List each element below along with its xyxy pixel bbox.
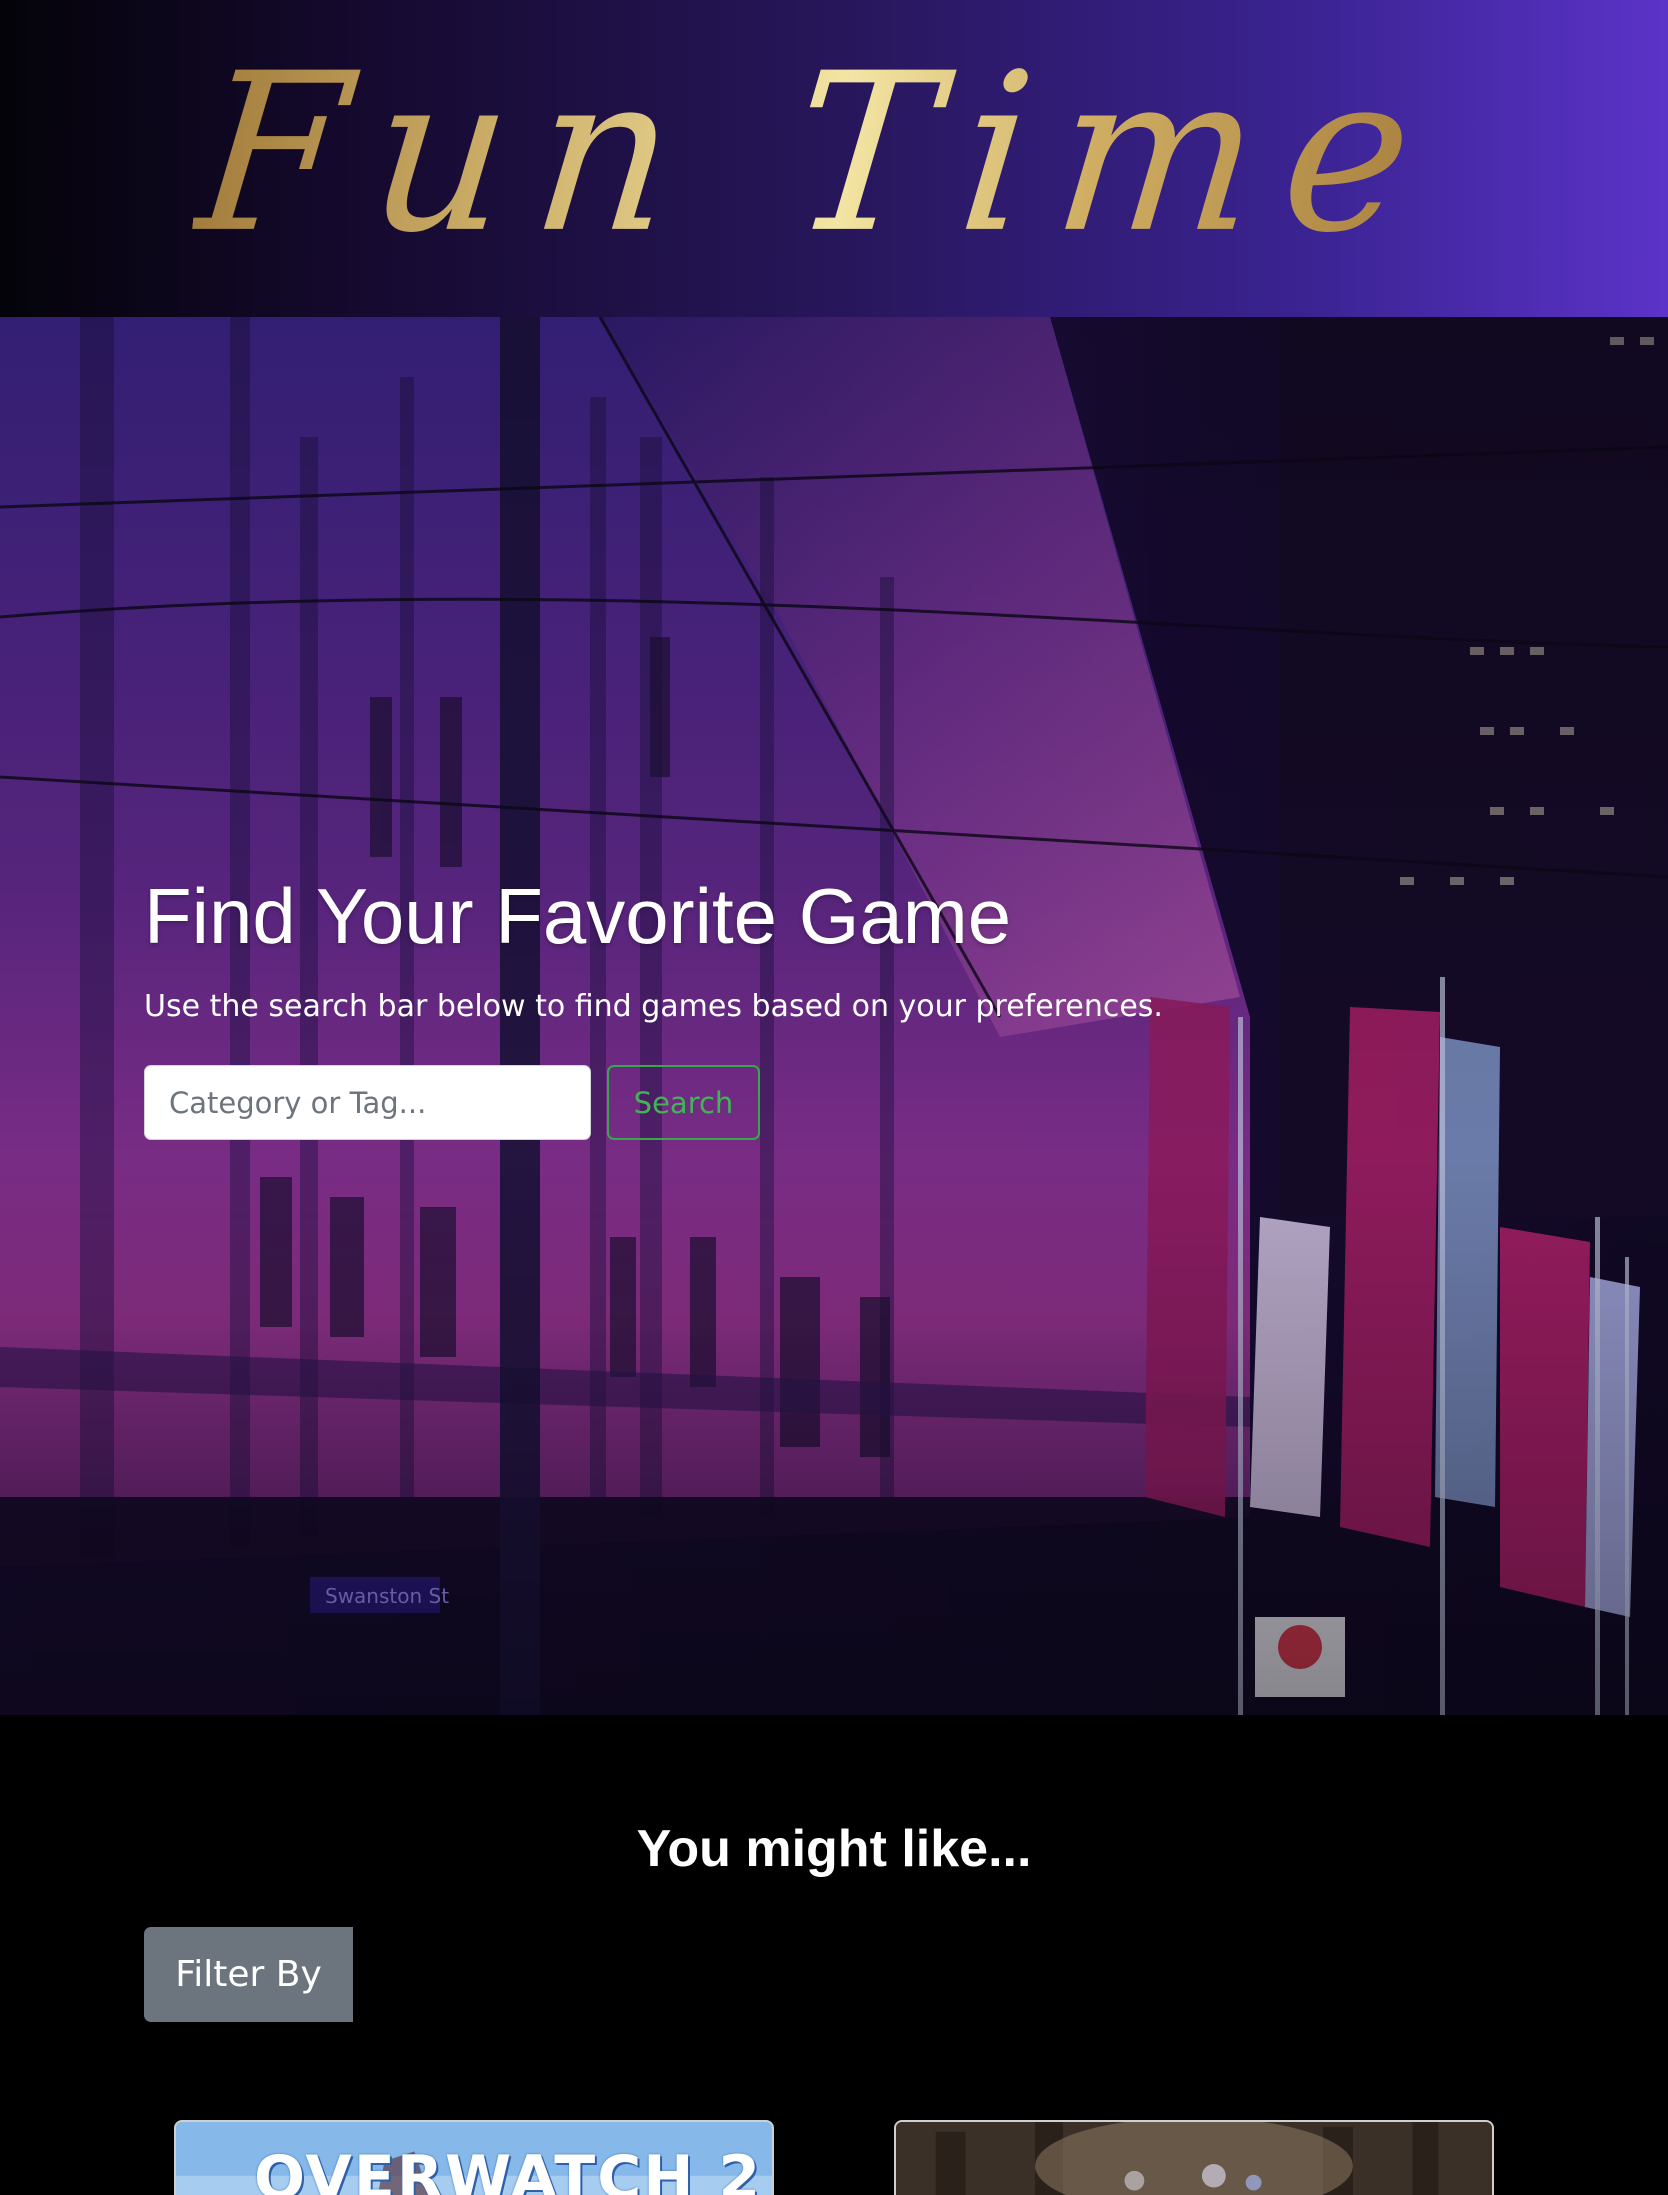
game-card[interactable] — [894, 2120, 1494, 2195]
search-form: Search — [144, 1065, 1544, 1140]
hero-subtitle: Use the search bar below to find games b… — [144, 989, 1163, 1024]
game-card[interactable]: OVERWATCH 2 — [174, 2120, 774, 2195]
site-header: Fun Time — [0, 0, 1668, 317]
site-logo[interactable]: Fun Time — [0, 0, 1668, 317]
game-cover-image — [896, 2122, 1492, 2195]
hero-content: Find Your Favorite Game Use the search b… — [144, 877, 1544, 1140]
filter-by-button[interactable]: Filter By — [144, 1927, 353, 2022]
search-button[interactable]: Search — [607, 1065, 760, 1140]
search-input[interactable] — [144, 1065, 591, 1140]
game-title-art: OVERWATCH 2 — [254, 2143, 763, 2195]
hero-section: Swanston St Find Your Favorite Game Use … — [0, 317, 1668, 1715]
page: Fun Time Find Your Favorite Game Use the… — [0, 0, 1668, 2195]
recommendations-section: You might like... Filter By OVERWATCH 2 — [0, 1715, 1668, 2195]
hero-title: Find Your Favorite Game — [144, 872, 1012, 960]
section-title: You might like... — [636, 1820, 1032, 1878]
logo-text: Fun Time — [186, 25, 1452, 281]
